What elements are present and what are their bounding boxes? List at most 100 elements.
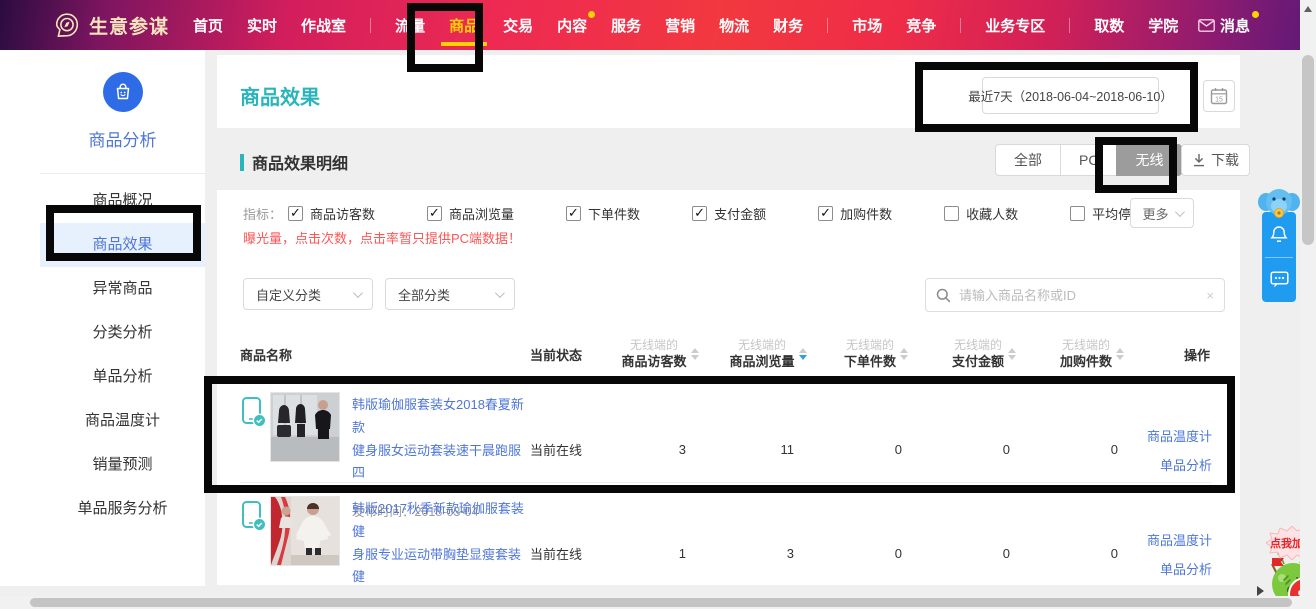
sidebar-item-single-item-analysis[interactable]: 单品分析	[40, 355, 205, 399]
sort-up-icon	[1008, 348, 1016, 353]
sidebar-item-single-item-service[interactable]: 单品服务分析	[40, 487, 205, 531]
product-thermometer-link[interactable]: 商品温度计	[1147, 426, 1212, 445]
checkbox-icon	[692, 206, 707, 221]
brand[interactable]: 生意参谋	[54, 12, 169, 39]
col-label: 商品浏览量	[729, 353, 794, 371]
sort-payment[interactable]	[1008, 348, 1016, 360]
sidebar-item-product-effect[interactable]: 商品效果	[40, 223, 205, 267]
single-item-analysis-link[interactable]: 单品分析	[1160, 559, 1212, 578]
product-title-link[interactable]: 韩版瑜伽服套装女2018春夏新款健身服女运动套装速干晨跑服四	[352, 394, 530, 485]
single-item-analysis-link[interactable]: 单品分析	[1160, 455, 1212, 474]
metric-cart-checkbox[interactable]: 加购件数	[818, 204, 892, 223]
horizontal-scroll-thumb[interactable]	[30, 598, 1292, 607]
sort-views[interactable]	[799, 348, 807, 360]
top-navigation: 生意参谋 首页 实时 作战室 流量 商品 交易 内容 服务 营销 物流 财务 市…	[0, 0, 1316, 50]
download-icon	[1192, 153, 1206, 168]
shopping-bag-icon	[112, 81, 134, 103]
nav-divider	[960, 18, 961, 33]
sort-visitors[interactable]	[691, 348, 699, 360]
select-value: 自定义分类	[256, 285, 321, 304]
page-title: 商品效果	[240, 81, 320, 110]
section-title: 商品效果明细	[240, 150, 348, 174]
col-prefix: 无线端的	[952, 337, 1004, 353]
nav-divider	[827, 18, 828, 33]
more-metrics-button[interactable]: 更多	[1130, 198, 1194, 228]
col-visitors: 无线端的商品访客数	[606, 337, 714, 371]
product-info: 韩版2017秋季新款瑜伽服套装健身服专业运动带胸垫显瘦套装健 发布时间：2018…	[352, 496, 530, 585]
nav-item-competition[interactable]: 竞争	[906, 15, 936, 36]
clear-search-icon[interactable]: ×	[1206, 288, 1214, 303]
calendar-button[interactable]: 15	[1203, 80, 1235, 112]
date-range-picker[interactable]: 最近7天（2018-06-04~2018-06-10）	[982, 77, 1159, 114]
sort-down-icon	[691, 355, 699, 360]
download-button[interactable]: 下载	[1181, 144, 1250, 176]
product-image[interactable]	[270, 496, 340, 566]
product-thermometer-link[interactable]: 商品温度计	[1147, 530, 1212, 549]
nav-item-market[interactable]: 市场	[852, 15, 882, 36]
nav-item-marketing[interactable]: 营销	[665, 15, 695, 36]
nav-item-trade[interactable]: 交易	[503, 15, 533, 36]
view-pc-button[interactable]: PC	[1060, 144, 1117, 176]
collapse-arrow-icon[interactable]	[1257, 586, 1264, 596]
product-title-link[interactable]: 韩版2017秋季新款瑜伽服套装健身服专业运动带胸垫显瘦套装健	[352, 498, 530, 585]
col-label: 商品访客数	[621, 353, 686, 371]
sidebar-item-sales-forecast[interactable]: 销量预测	[40, 443, 205, 487]
sidebar-item-product-thermometer[interactable]: 商品温度计	[40, 399, 205, 443]
product-cell: 韩版2017秋季新款瑜伽服套装健身服专业运动带胸垫显瘦套装健 发布时间：2018…	[240, 483, 530, 585]
feedback-chat-button[interactable]	[1262, 257, 1296, 302]
nav-item-messages[interactable]: 消息	[1198, 15, 1250, 36]
sidebar-item-category-analysis[interactable]: 分类分析	[40, 311, 205, 355]
nav-item-product[interactable]: 商品	[449, 15, 479, 36]
sort-orders[interactable]	[900, 348, 908, 360]
metric-favorites-checkbox[interactable]: 收藏人数	[944, 204, 1018, 223]
metric-orders-checkbox[interactable]: 下单件数	[566, 204, 640, 223]
vertical-scroll-thumb[interactable]	[1302, 55, 1314, 245]
view-all-button[interactable]: 全部	[995, 144, 1061, 176]
metric-label: 商品浏览量	[449, 204, 514, 223]
metric-views-checkbox[interactable]: 商品浏览量	[427, 204, 514, 223]
view-toggle-group: 全部 PC 无线	[995, 144, 1182, 176]
col-status: 当前状态	[530, 345, 606, 364]
nav-item-logistics[interactable]: 物流	[719, 15, 749, 36]
sort-cart[interactable]	[1116, 348, 1124, 360]
checkbox-icon	[1070, 206, 1085, 221]
nav-item-finance[interactable]: 财务	[773, 15, 803, 36]
product-effect-card: 指标： 商品访客数 商品浏览量 下单件数 支付金额 加购件数 收藏人数 平均停留…	[217, 190, 1240, 585]
nav-item-content[interactable]: 内容	[557, 15, 587, 36]
product-title-line2: 健身服女运动套装速干晨跑服四	[352, 443, 521, 481]
nav-item-service[interactable]: 服务	[611, 15, 641, 36]
nav-divider	[370, 18, 371, 33]
download-label: 下载	[1211, 150, 1239, 170]
search-input[interactable]	[959, 288, 1198, 303]
sort-down-icon	[1008, 355, 1016, 360]
product-search: ×	[925, 278, 1225, 312]
scroll-up-arrow-icon[interactable]	[1304, 6, 1312, 12]
custom-category-select[interactable]: 自定义分类	[243, 278, 373, 310]
sidebar: 商品分析 商品概况 商品效果 异常商品 分类分析 单品分析 商品温度计 销量预测…	[40, 55, 205, 585]
nav-item-business-zone[interactable]: 业务专区	[985, 15, 1045, 36]
vertical-scrollbar[interactable]	[1300, 0, 1316, 609]
visitors-value: 1	[606, 483, 714, 585]
col-label: 加购件数	[1060, 353, 1112, 371]
product-table: 商品名称 当前状态 无线端的商品访客数 无线端的商品浏览量 无线端的下单件数 无…	[240, 330, 1212, 585]
nav-item-academy[interactable]: 学院	[1148, 15, 1178, 36]
nav-item-war-room[interactable]: 作战室	[301, 15, 346, 36]
sidebar-item-product-overview[interactable]: 商品概况	[40, 179, 205, 223]
metric-visitors-checkbox[interactable]: 商品访客数	[288, 204, 375, 223]
messages-label: 消息	[1220, 15, 1250, 36]
nav-item-home[interactable]: 首页	[193, 15, 223, 36]
sort-up-icon	[900, 348, 908, 353]
sidebar-item-abnormal-products[interactable]: 异常商品	[40, 267, 205, 311]
product-image[interactable]	[270, 392, 340, 462]
metric-payment-checkbox[interactable]: 支付金额	[692, 204, 766, 223]
view-wireless-button[interactable]: 无线	[1116, 144, 1182, 176]
nav-item-traffic[interactable]: 流量	[395, 15, 425, 36]
all-category-select[interactable]: 全部分类	[385, 278, 515, 310]
sort-down-icon	[1116, 355, 1124, 360]
horizontal-scrollbar[interactable]	[0, 596, 1300, 609]
nav-item-realtime[interactable]: 实时	[247, 15, 277, 36]
product-title-line1: 韩版2017秋季新款瑜伽服套装健	[352, 501, 524, 539]
col-cart: 无线端的加购件数	[1038, 337, 1146, 371]
nav-item-data-fetch[interactable]: 取数	[1094, 15, 1124, 36]
sidebar-title: 商品分析	[40, 126, 205, 151]
